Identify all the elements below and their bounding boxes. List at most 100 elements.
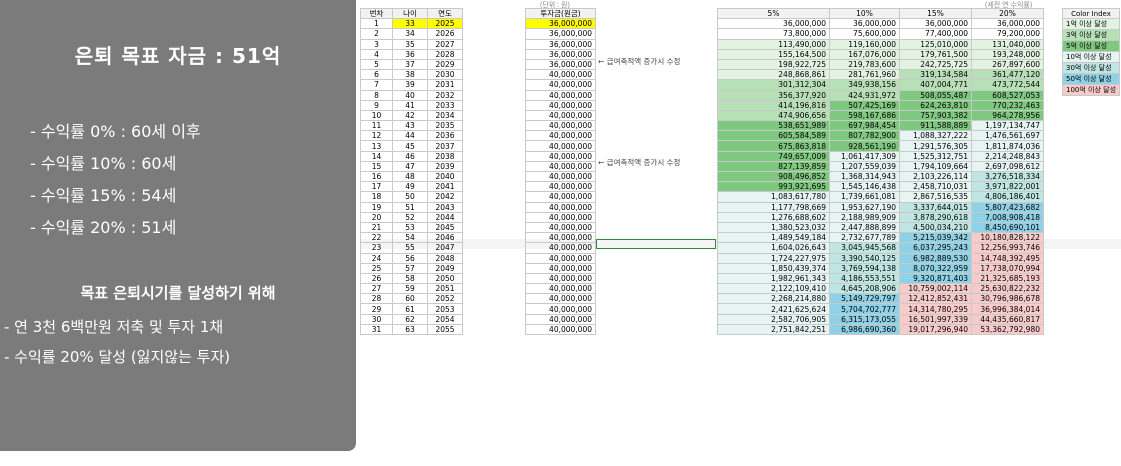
cell-investment[interactable]: 40,000,000 — [525, 109, 596, 122]
cell-age[interactable]: 53 — [392, 221, 428, 234]
cell-rate-15[interactable]: 19,017,296,940 — [899, 323, 972, 336]
cell-year[interactable]: 2042 — [427, 191, 463, 203]
cell-age[interactable]: 33 — [392, 18, 428, 30]
cell-investment[interactable]: 40,000,000 — [525, 313, 596, 325]
cell-rate-5[interactable]: 248,868,861 — [717, 69, 830, 81]
cell-rate-10[interactable]: 598,167,686 — [829, 109, 900, 122]
cell-investment[interactable]: 40,000,000 — [525, 160, 596, 173]
cell-index[interactable]: 17 — [360, 181, 393, 193]
cell-investment[interactable]: 40,000,000 — [525, 323, 596, 336]
cell-rate-5[interactable]: 1,276,688,602 — [717, 211, 830, 223]
cell-investment[interactable]: 40,000,000 — [525, 262, 596, 274]
cell-investment[interactable]: 40,000,000 — [525, 252, 596, 264]
cell-age[interactable]: 63 — [392, 323, 428, 336]
cell-rate-15[interactable]: 16,501,997,339 — [899, 313, 972, 325]
cell-rate-5[interactable]: 113,490,000 — [717, 38, 830, 50]
cell-rate-15[interactable]: 179,761,500 — [899, 48, 972, 60]
cell-investment[interactable]: 40,000,000 — [525, 272, 596, 285]
cell-index[interactable]: 5 — [360, 58, 393, 71]
cell-rate-5[interactable]: 749,657,009 — [717, 150, 830, 162]
cell-rate-15[interactable]: 242,725,725 — [899, 58, 972, 71]
cell-year[interactable]: 2055 — [427, 323, 463, 336]
cell-year[interactable]: 2029 — [427, 58, 463, 71]
cell-age[interactable]: 62 — [392, 313, 428, 325]
cell-rate-5[interactable]: 1,177,798,669 — [717, 201, 830, 213]
cell-rate-15[interactable]: 5,215,039,342 — [899, 232, 972, 244]
cell-rate-5[interactable]: 2,122,109,410 — [717, 283, 830, 295]
cell-rate-20[interactable]: 608,527,053 — [971, 89, 1044, 101]
cell-index[interactable]: 12 — [360, 130, 393, 142]
cell-rate-5[interactable]: 675,863,818 — [717, 140, 830, 152]
cell-investment[interactable]: 40,000,000 — [525, 79, 596, 91]
cell-year[interactable]: 2051 — [427, 283, 463, 295]
cell-index[interactable]: 2 — [360, 28, 393, 40]
cell-age[interactable]: 48 — [392, 170, 428, 183]
cell-index[interactable]: 24 — [360, 252, 393, 264]
cell-index[interactable]: 30 — [360, 313, 393, 325]
cell-index[interactable]: 15 — [360, 160, 393, 173]
cell-rate-20[interactable]: 12,256,993,746 — [971, 242, 1044, 254]
cell-year[interactable]: 2027 — [427, 38, 463, 50]
cell-age[interactable]: 42 — [392, 109, 428, 122]
cell-year[interactable]: 2053 — [427, 303, 463, 315]
cell-age[interactable]: 35 — [392, 38, 428, 50]
cell-rate-15[interactable]: 125,010,000 — [899, 38, 972, 50]
cell-rate-5[interactable]: 1,083,617,780 — [717, 191, 830, 203]
cell-index[interactable]: 28 — [360, 293, 393, 305]
cell-age[interactable]: 38 — [392, 69, 428, 81]
cell-index[interactable]: 29 — [360, 303, 393, 315]
cell-rate-20[interactable]: 473,772,544 — [971, 79, 1044, 91]
cell-year[interactable]: 2043 — [427, 201, 463, 213]
cell-index[interactable]: 26 — [360, 272, 393, 285]
cell-rate-10[interactable]: 2,732,677,789 — [829, 232, 900, 244]
cell-rate-10[interactable]: 3,769,594,138 — [829, 262, 900, 274]
cell-rate-10[interactable]: 697,984,454 — [829, 120, 900, 132]
cell-age[interactable]: 57 — [392, 262, 428, 274]
cell-age[interactable]: 58 — [392, 272, 428, 285]
cell-rate-20[interactable]: 14,748,392,495 — [971, 252, 1044, 264]
cell-year[interactable]: 2048 — [427, 252, 463, 264]
cell-age[interactable]: 59 — [392, 283, 428, 295]
cell-rate-5[interactable]: 1,724,227,975 — [717, 252, 830, 264]
cell-rate-20[interactable]: 3,971,822,001 — [971, 181, 1044, 193]
cell-rate-5[interactable]: 2,751,842,251 — [717, 323, 830, 336]
cell-rate-20[interactable]: 1,197,134,747 — [971, 120, 1044, 132]
cell-year[interactable]: 2033 — [427, 99, 463, 111]
cell-rate-5[interactable]: 301,312,304 — [717, 79, 830, 91]
cell-investment[interactable]: 40,000,000 — [525, 99, 596, 111]
cell-index[interactable]: 22 — [360, 232, 393, 244]
cell-year[interactable]: 2054 — [427, 313, 463, 325]
cell-year[interactable]: 2037 — [427, 140, 463, 152]
cell-age[interactable]: 52 — [392, 211, 428, 223]
cell-year[interactable]: 2034 — [427, 109, 463, 122]
cell-rate-20[interactable]: 770,232,463 — [971, 99, 1044, 111]
cell-rate-5[interactable]: 356,377,920 — [717, 89, 830, 101]
cell-rate-10[interactable]: 1,545,146,438 — [829, 181, 900, 193]
cell-year[interactable]: 2032 — [427, 89, 463, 101]
cell-index[interactable]: 10 — [360, 109, 393, 122]
cell-rate-15[interactable]: 624,263,810 — [899, 99, 972, 111]
cell-rate-10[interactable]: 507,425,169 — [829, 99, 900, 111]
cell-year[interactable]: 2046 — [427, 232, 463, 244]
cell-rate-10[interactable]: 75,600,000 — [829, 28, 900, 40]
cell-rate-5[interactable]: 605,584,589 — [717, 130, 830, 142]
cell-investment[interactable]: 40,000,000 — [525, 69, 596, 81]
cell-rate-5[interactable]: 1,489,549,184 — [717, 232, 830, 244]
cell-rate-10[interactable]: 2,447,888,899 — [829, 221, 900, 234]
cell-investment[interactable]: 36,000,000 — [525, 28, 596, 40]
cell-rate-15[interactable]: 407,004,771 — [899, 79, 972, 91]
cell-rate-20[interactable]: 36,000,000 — [971, 18, 1044, 30]
cell-rate-10[interactable]: 219,783,600 — [829, 58, 900, 71]
cell-age[interactable]: 36 — [392, 48, 428, 60]
cell-investment[interactable]: 40,000,000 — [525, 150, 596, 162]
cell-index[interactable]: 14 — [360, 150, 393, 162]
cell-rate-15[interactable]: 6,037,295,243 — [899, 242, 972, 254]
cell-index[interactable]: 18 — [360, 191, 393, 203]
cell-rate-5[interactable]: 2,421,625,624 — [717, 303, 830, 315]
cell-rate-15[interactable]: 12,412,852,431 — [899, 293, 972, 305]
cell-rate-5[interactable]: 2,268,214,880 — [717, 293, 830, 305]
cell-index[interactable]: 20 — [360, 211, 393, 223]
cell-index[interactable]: 4 — [360, 48, 393, 60]
cell-index[interactable]: 11 — [360, 120, 393, 132]
cell-year[interactable]: 2038 — [427, 150, 463, 162]
